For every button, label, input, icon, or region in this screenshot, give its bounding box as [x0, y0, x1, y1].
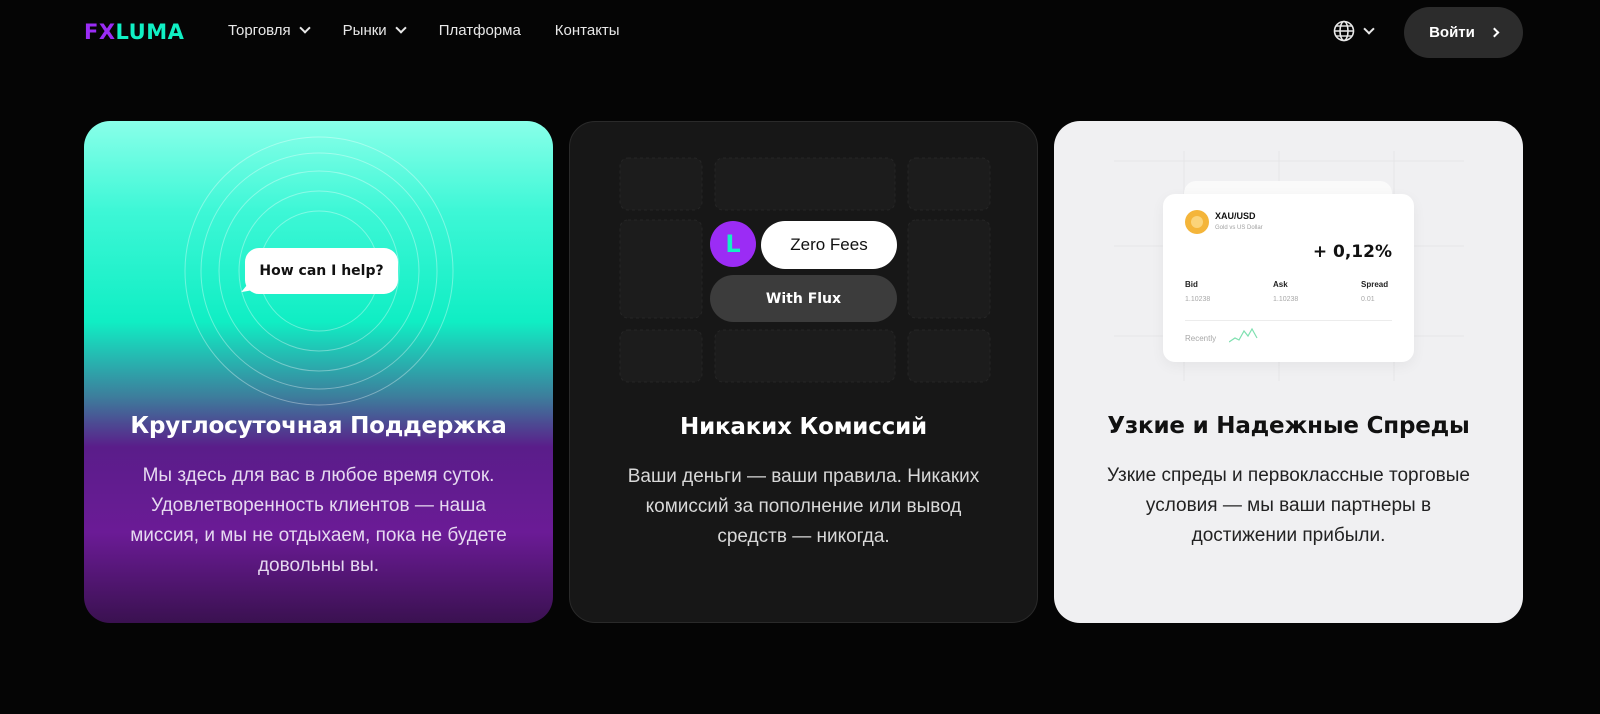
login-button[interactable]: Войти — [1404, 7, 1523, 58]
chevron-down-icon — [395, 22, 407, 34]
card-title: Узкие и Надежные Спреды — [1107, 413, 1470, 439]
login-label: Войти — [1429, 24, 1475, 41]
feature-card-no-fees: L Zero Fees With Flux Никаких Комиссий В… — [569, 121, 1038, 623]
gold-coin-icon — [1185, 210, 1209, 234]
card-description: Мы здесь для вас в любое время суток. Уд… — [130, 465, 507, 576]
chevron-down-icon — [299, 22, 311, 34]
bid-value: 1.10238 — [1185, 296, 1211, 303]
avatar: L — [710, 221, 756, 267]
ask-label: Ask — [1273, 280, 1288, 289]
main-nav: Торговля Рынки Платформа Контакты — [228, 22, 654, 39]
site-header: FXLUMA Торговля Рынки Платформа Контакты… — [0, 0, 1600, 66]
quote-card: XAU/USD Gold vs US Dollar + 0,12% Bid 1.… — [1163, 194, 1414, 362]
chevron-right-icon — [1489, 27, 1500, 38]
logo-fx: FX — [84, 20, 116, 44]
nav-item-label: Контакты — [554, 22, 620, 39]
spread-label: Spread — [1361, 280, 1389, 289]
bid-label: Bid — [1185, 280, 1198, 289]
with-flux-pill: With Flux — [710, 275, 897, 322]
feature-card-spreads: XAU/USD Gold vs US Dollar + 0,12% Bid 1.… — [1054, 121, 1523, 623]
nav-item-markets[interactable]: Рынки — [342, 22, 407, 39]
card-description: Ваши деньги — ваши правила. Никаких коми… — [627, 466, 980, 547]
card-title: Круглосуточная Поддержка — [130, 413, 507, 439]
language-selector[interactable] — [1333, 20, 1375, 42]
divider — [1185, 320, 1392, 321]
pair-symbol: XAU/USD — [1215, 211, 1256, 221]
chat-bubble: How can I help? — [245, 248, 398, 294]
nav-item-label: Платформа — [438, 22, 521, 39]
sparkline-icon — [1229, 327, 1258, 343]
feature-card-support: How can I help? Круглосуточная Поддержка… — [84, 121, 553, 623]
price-change: + 0,12% — [1312, 242, 1392, 262]
logo[interactable]: FXLUMA — [84, 20, 184, 44]
nav-item-trading[interactable]: Торговля — [228, 22, 311, 39]
globe-icon — [1333, 20, 1355, 42]
zero-fees-pill: Zero Fees — [761, 221, 897, 269]
nav-item-label: Рынки — [342, 22, 387, 39]
card-description: Узкие спреды и первоклассные торговые ус… — [1107, 465, 1470, 546]
chevron-down-icon — [1363, 22, 1375, 35]
ask-value: 1.10238 — [1273, 296, 1299, 303]
nav-item-contacts[interactable]: Контакты — [555, 22, 620, 39]
nav-item-platform[interactable]: Платформа — [439, 22, 521, 39]
pair-subtitle: Gold vs US Dollar — [1215, 225, 1263, 231]
spread-value: 0.01 — [1361, 296, 1375, 303]
logo-luma: LUMA — [115, 20, 185, 44]
card-title: Никаких Комиссий — [680, 414, 927, 440]
recently-label: Recently — [1185, 334, 1217, 343]
nav-item-label: Торговля — [228, 22, 291, 39]
